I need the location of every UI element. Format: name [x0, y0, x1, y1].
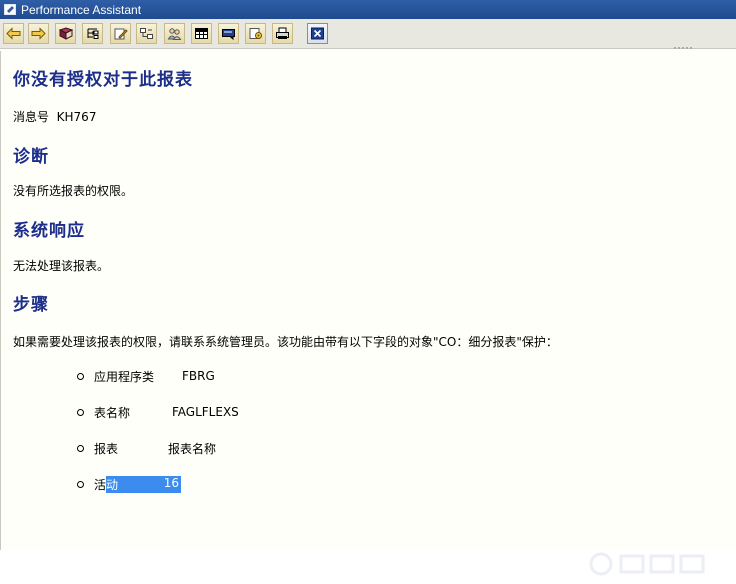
message-number: 消息号 KH767 — [13, 108, 96, 125]
printer-icon — [276, 27, 289, 39]
table-button[interactable] — [191, 23, 212, 44]
field-label-highlight: 动 — [106, 477, 119, 492]
edit-button[interactable] — [110, 23, 131, 44]
glossary-button[interactable] — [55, 23, 76, 44]
watermark-logo — [589, 552, 705, 576]
pencil-icon — [114, 28, 128, 40]
close-button[interactable] — [307, 23, 328, 44]
print-button[interactable] — [272, 23, 293, 44]
field-value: FAGLFLEXS — [172, 405, 239, 419]
forward-button[interactable] — [28, 23, 49, 44]
bullet-icon — [77, 372, 84, 380]
back-button[interactable] — [3, 23, 24, 44]
field-label: 应用程序类 — [94, 369, 155, 384]
people-icon — [167, 28, 182, 40]
message-icon — [222, 29, 235, 40]
window-titlebar: Performance Assistant — [0, 0, 736, 19]
bullet-icon — [77, 408, 84, 416]
toolbar — [0, 19, 736, 49]
message-button[interactable] — [218, 23, 239, 44]
people-button[interactable] — [164, 23, 185, 44]
list-item: 活动 16 — [77, 475, 182, 493]
page-title: 你没有授权对于此报表 — [13, 70, 193, 90]
diagnosis-heading: 诊断 — [13, 147, 49, 167]
list-item: 应用程序类 FBRG — [77, 368, 215, 384]
message-number-label: 消息号 — [13, 110, 50, 124]
tree-icon — [87, 28, 99, 39]
system-response-heading: 系统响应 — [13, 221, 85, 241]
field-value: 16 — [163, 475, 180, 490]
bullet-icon — [77, 480, 84, 488]
settings-button[interactable] — [245, 23, 266, 44]
message-number-value: KH767 — [56, 110, 97, 124]
system-response-text: 无法处理该报表。 — [13, 259, 110, 273]
help-content: 你没有授权对于此报表 消息号 KH767 诊断 没有所选报表的权限。 系统响应 … — [0, 51, 736, 576]
field-label: 活 — [94, 477, 107, 492]
book-icon — [58, 27, 73, 40]
arrow-right-icon — [31, 27, 46, 40]
flow-icon — [140, 28, 153, 39]
table-icon — [195, 28, 208, 39]
window-title: Performance Assistant — [21, 2, 142, 17]
arrow-left-icon — [6, 27, 21, 40]
list-item: 报表 报表名称 — [77, 440, 216, 456]
field-value: FBRG — [182, 369, 215, 383]
technical-info-button[interactable] — [82, 23, 103, 44]
field-label: 报表 — [94, 441, 119, 456]
list-item: 表名称 FAGLFLEXS — [77, 404, 239, 420]
bullet-icon — [77, 444, 84, 452]
field-label: 表名称 — [94, 405, 131, 420]
gear-icon — [249, 28, 262, 39]
field-value: 报表名称 — [168, 441, 217, 456]
performance-assistant-icon — [4, 4, 16, 15]
procedure-heading: 步骤 — [13, 295, 49, 315]
procedure-text: 如果需要处理该报表的权限，请联系系统管理员。该功能由带有以下字段的对象"CO：细… — [13, 335, 558, 349]
close-icon — [311, 27, 324, 40]
help-button[interactable] — [136, 23, 157, 44]
selected-text[interactable]: 动 16 — [106, 475, 182, 493]
diagnosis-text: 没有所选报表的权限。 — [13, 184, 134, 198]
toolbar-grip[interactable] — [673, 46, 693, 50]
